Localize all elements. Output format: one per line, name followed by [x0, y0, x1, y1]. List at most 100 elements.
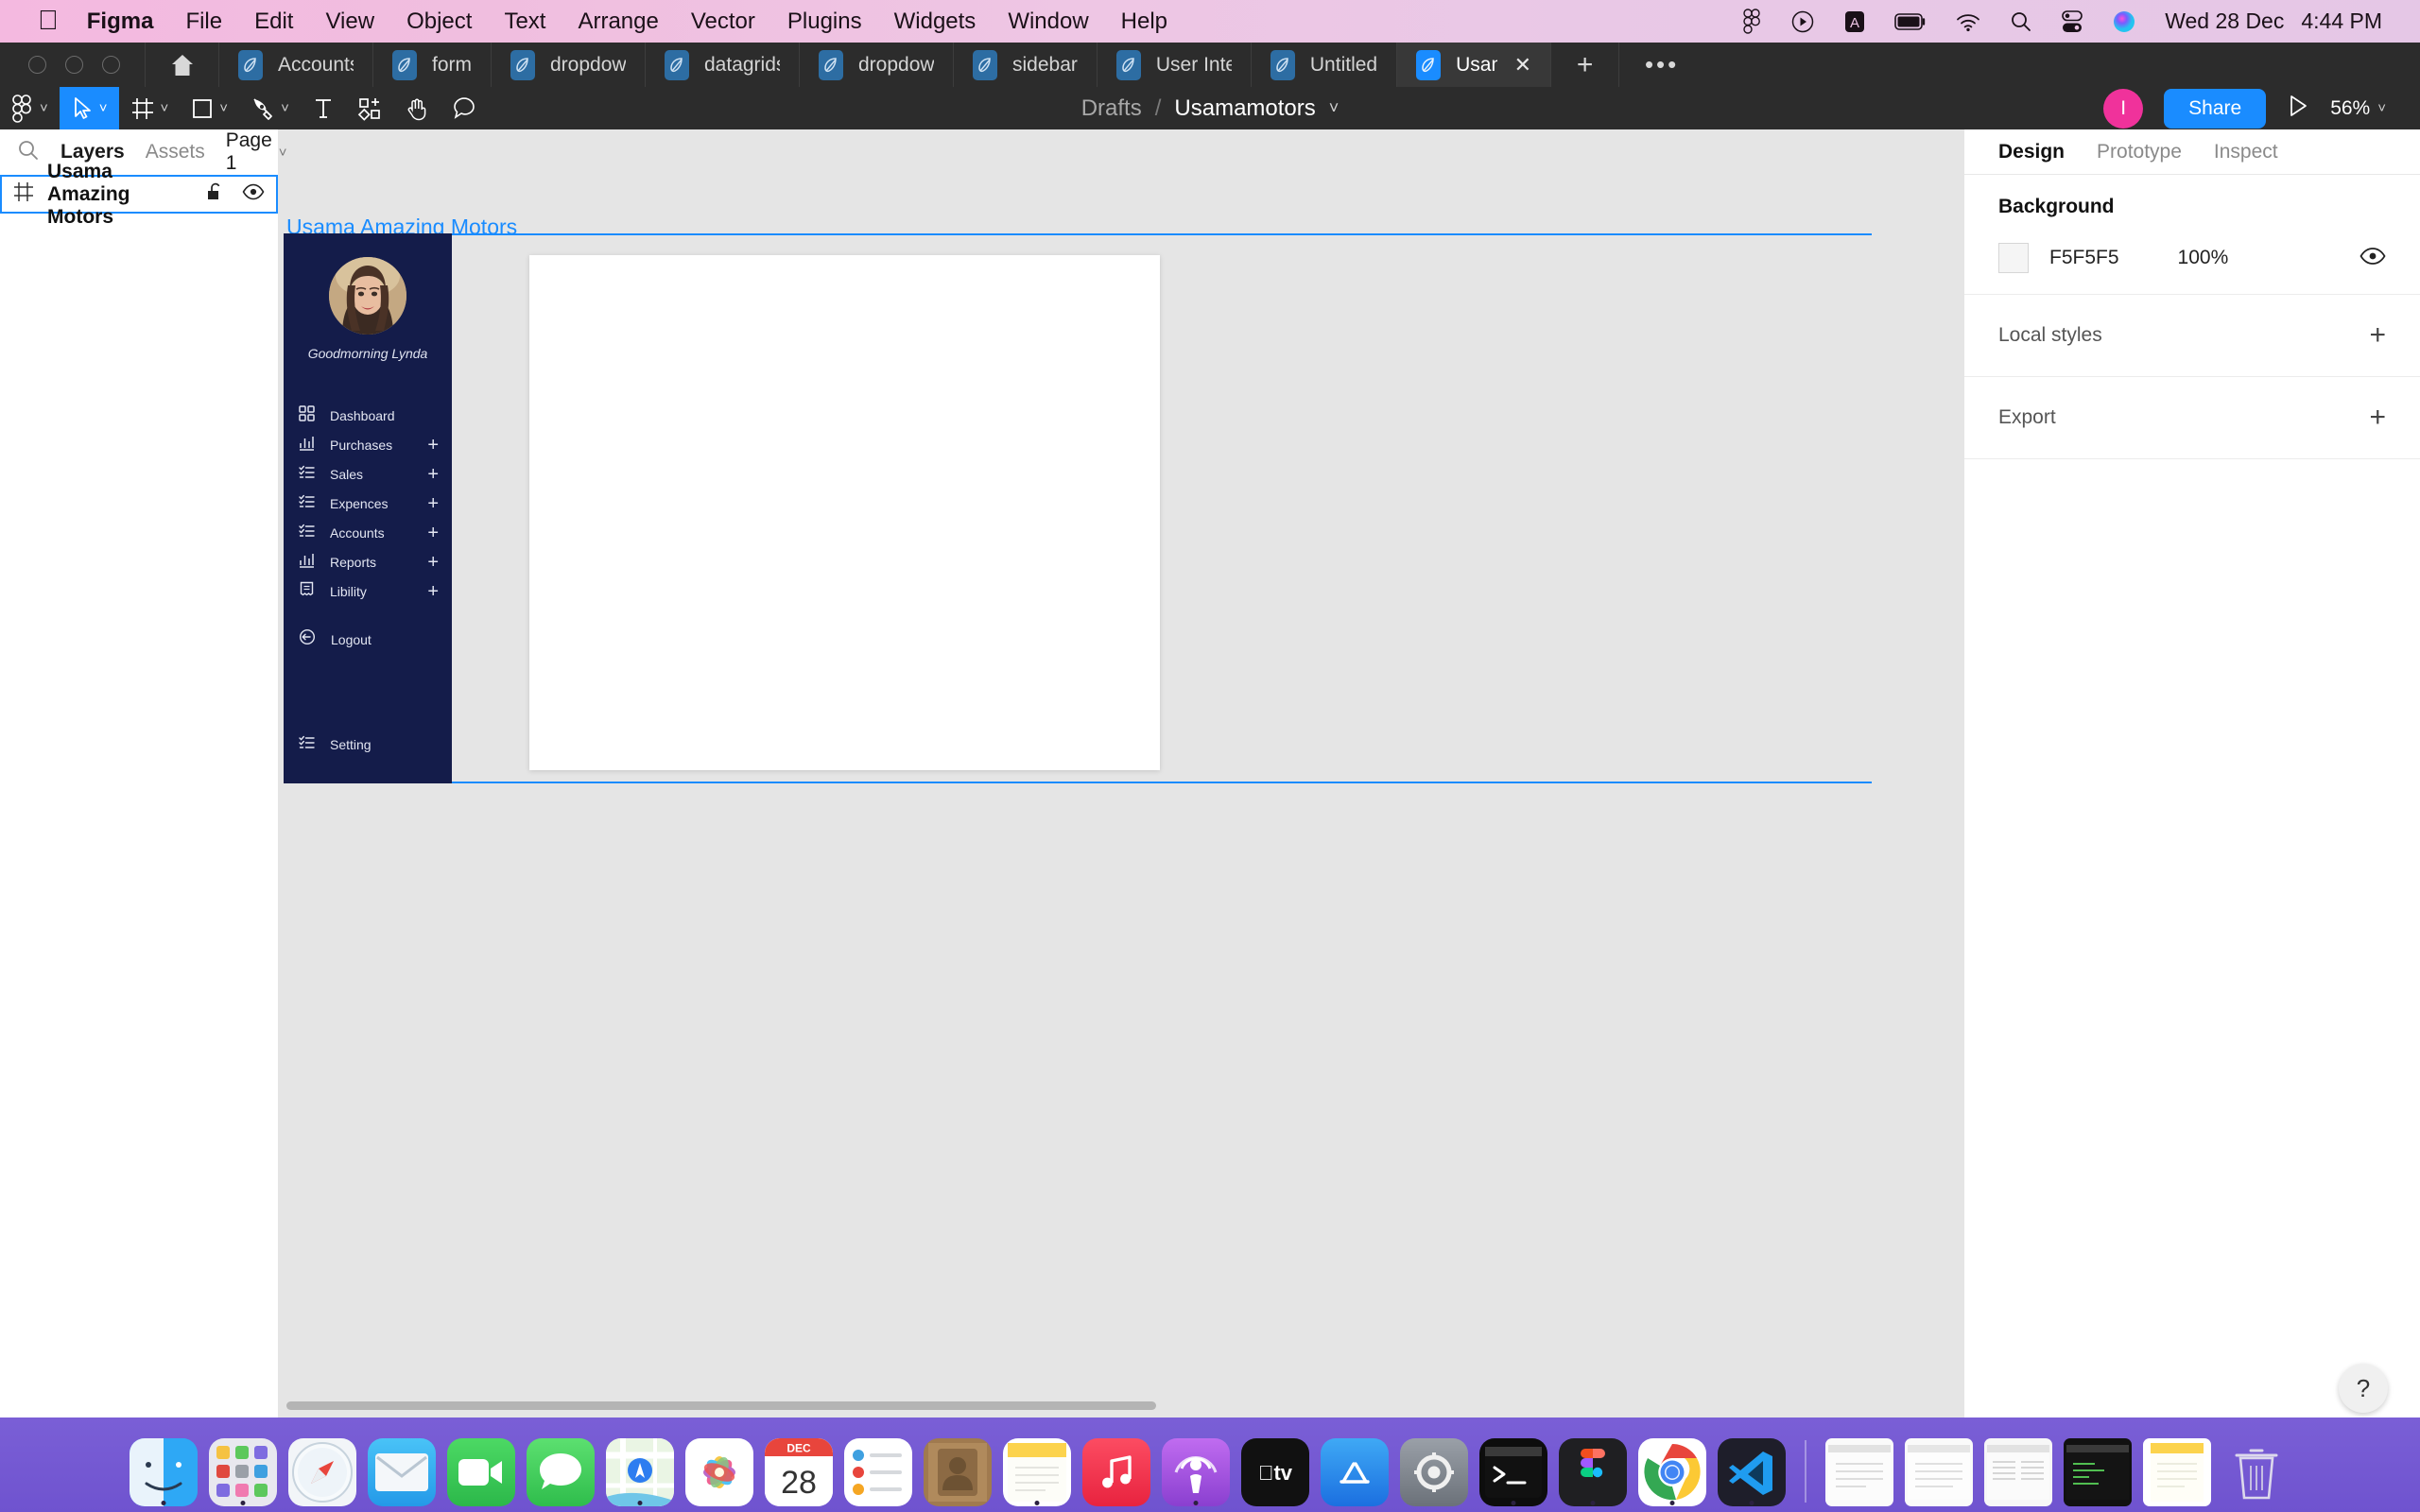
- dock-item-trash[interactable]: [2222, 1438, 2290, 1506]
- design-canvas[interactable]: Usama Amazing Motors Goodmorning Lynda D…: [279, 129, 1963, 1418]
- control-center-icon[interactable]: [2061, 9, 2083, 34]
- menubar-clock[interactable]: 4:44 PM: [2301, 9, 2382, 34]
- add-local-style-button[interactable]: +: [2369, 321, 2386, 350]
- dock-item-terminal[interactable]: [1479, 1438, 1547, 1506]
- search-icon[interactable]: [17, 139, 40, 166]
- menu-item-vector[interactable]: Vector: [691, 9, 755, 35]
- expand-plus-icon[interactable]: +: [427, 553, 439, 572]
- new-tab-button[interactable]: +: [1551, 43, 1620, 87]
- unlock-icon[interactable]: [206, 181, 225, 207]
- sidebar-item-setting[interactable]: Setting: [284, 734, 387, 755]
- text-tool-button[interactable]: [301, 87, 346, 129]
- menu-item-window[interactable]: Window: [1008, 9, 1088, 35]
- dock-item-appstore[interactable]: [1321, 1438, 1389, 1506]
- local-styles-row[interactable]: Local styles +: [1964, 295, 2420, 377]
- dock-item-terminal-window[interactable]: [2064, 1438, 2132, 1506]
- close-tab-icon[interactable]: ✕: [1514, 53, 1531, 77]
- components-tool-button[interactable]: [346, 87, 393, 129]
- menu-item-help[interactable]: Help: [1121, 9, 1167, 35]
- export-row[interactable]: Export +: [1964, 377, 2420, 459]
- maximize-window-button[interactable]: [102, 56, 120, 74]
- figma-main-menu-button[interactable]: ˅: [0, 87, 60, 129]
- menu-item-edit[interactable]: Edit: [254, 9, 293, 35]
- expand-plus-icon[interactable]: +: [427, 436, 439, 455]
- frame-tool-button[interactable]: ˅: [119, 87, 181, 129]
- present-play-icon[interactable]: [2287, 94, 2309, 123]
- dock-item-music[interactable]: [1082, 1438, 1150, 1506]
- home-icon[interactable]: [146, 43, 219, 87]
- color-swatch[interactable]: [1998, 243, 2029, 273]
- dock-item-maps[interactable]: [606, 1438, 674, 1506]
- color-hex-value[interactable]: F5F5F5: [2049, 247, 2119, 269]
- tab-design[interactable]: Design: [1998, 141, 2065, 163]
- menu-item-plugins[interactable]: Plugins: [787, 9, 862, 35]
- apple-logo-icon[interactable]: : [38, 8, 59, 35]
- menu-item-object[interactable]: Object: [406, 9, 472, 35]
- tab-prototype[interactable]: Prototype: [2097, 141, 2182, 163]
- help-button[interactable]: ?: [2339, 1364, 2388, 1413]
- siri-icon[interactable]: [2112, 9, 2136, 34]
- dock-item-figma[interactable]: [1559, 1438, 1627, 1506]
- menu-item-view[interactable]: View: [325, 9, 374, 35]
- expand-plus-icon[interactable]: +: [427, 494, 439, 513]
- file-tab-dropdown-list[interactable]: dropdown lis: [800, 43, 954, 87]
- dock-item-notes-window[interactable]: [2143, 1438, 2211, 1506]
- layer-row-usama-amazing-motors[interactable]: Usama Amazing Motors: [0, 161, 278, 228]
- character-input-icon[interactable]: A: [1843, 9, 1866, 34]
- menu-item-figma[interactable]: Figma: [87, 9, 154, 35]
- dock-item-mail[interactable]: [368, 1438, 436, 1506]
- minimize-window-button[interactable]: [65, 56, 83, 74]
- tab-inspect[interactable]: Inspect: [2214, 141, 2278, 163]
- dock-item-chrome[interactable]: [1638, 1438, 1706, 1506]
- dock-item-calendar[interactable]: DEC 28: [765, 1438, 833, 1506]
- sidebar-item-sales[interactable]: Sales +: [284, 459, 452, 489]
- canvas-horizontal-scrollbar[interactable]: [286, 1401, 1156, 1410]
- file-tab-datagrids[interactable]: datagrids: [646, 43, 800, 87]
- file-tab-untitled[interactable]: Untitled: [1252, 43, 1398, 87]
- expand-plus-icon[interactable]: +: [427, 582, 439, 601]
- file-tab-sidebar[interactable]: sidebar: [954, 43, 1098, 87]
- dock-item-messages[interactable]: [527, 1438, 595, 1506]
- file-tab-form[interactable]: form: [373, 43, 492, 87]
- playback-icon[interactable]: [1790, 9, 1815, 34]
- eye-icon[interactable]: [2360, 247, 2386, 270]
- breadcrumb-file-name[interactable]: Usamamotors: [1174, 95, 1315, 122]
- comment-tool-button[interactable]: [441, 87, 488, 129]
- menubar-date[interactable]: Wed 28 Dec: [2165, 9, 2284, 34]
- dock-item-photos[interactable]: [685, 1438, 753, 1506]
- zoom-level-selector[interactable]: 56% ˅: [2330, 97, 2386, 120]
- eye-icon[interactable]: [242, 183, 265, 205]
- wifi-icon[interactable]: [1955, 11, 1981, 32]
- sidebar-item-reports[interactable]: Reports +: [284, 547, 452, 576]
- shape-tool-button[interactable]: ˅: [180, 87, 239, 129]
- figma-menu-icon[interactable]: [1743, 8, 1762, 35]
- dock-item-vscode[interactable]: [1718, 1438, 1786, 1506]
- dock-item-settings[interactable]: [1400, 1438, 1468, 1506]
- dock-item-reminders[interactable]: [844, 1438, 912, 1506]
- dock-item-appletv[interactable]: tv: [1241, 1438, 1309, 1506]
- sidebar-item-logout[interactable]: Logout: [284, 625, 452, 654]
- tab-overflow-menu[interactable]: •••: [1619, 43, 1704, 87]
- page-selector[interactable]: Page 1 ˅: [226, 129, 287, 175]
- sidebar-item-expences[interactable]: Expences +: [284, 489, 452, 518]
- menu-item-text[interactable]: Text: [504, 9, 545, 35]
- dock-item-facetime[interactable]: [447, 1438, 515, 1506]
- expand-plus-icon[interactable]: +: [427, 524, 439, 542]
- move-tool-button[interactable]: ˅: [59, 87, 119, 129]
- file-tab-accounts[interactable]: Accounts: [219, 43, 373, 87]
- menu-item-widgets[interactable]: Widgets: [894, 9, 977, 35]
- add-export-button[interactable]: +: [2369, 404, 2386, 432]
- menu-item-arrange[interactable]: Arrange: [578, 9, 658, 35]
- dock-item-document-2[interactable]: [1905, 1438, 1973, 1506]
- sidebar-item-accounts[interactable]: Accounts +: [284, 518, 452, 547]
- dock-item-document-3[interactable]: [1984, 1438, 2052, 1506]
- breadcrumb-project[interactable]: Drafts: [1081, 95, 1142, 122]
- sidebar-item-purchases[interactable]: Purchases +: [284, 430, 452, 459]
- menu-item-file[interactable]: File: [185, 9, 222, 35]
- file-tab-usamamotors[interactable]: Usamamot ✕: [1397, 43, 1552, 87]
- file-tab-user-interface[interactable]: User Interfac: [1098, 43, 1252, 87]
- hand-tool-button[interactable]: [393, 87, 441, 129]
- search-icon[interactable]: [2010, 10, 2032, 33]
- battery-icon[interactable]: [1894, 12, 1927, 31]
- share-button[interactable]: Share: [2164, 88, 2267, 129]
